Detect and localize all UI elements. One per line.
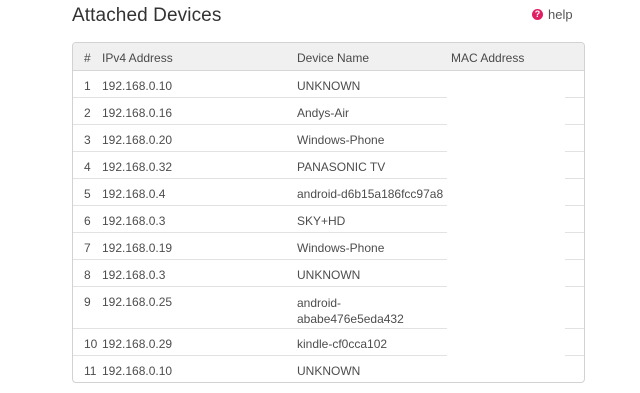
table-row: 11 192.168.0.10 UNKNOWN xyxy=(73,356,584,382)
row-ipv4-address: 192.168.0.29 xyxy=(102,337,173,351)
table-row: 8 192.168.0.3 UNKNOWN xyxy=(73,260,584,287)
row-device-name: UNKNOWN xyxy=(297,364,361,378)
row-num: 5 xyxy=(84,187,91,201)
row-device-name: Windows-Phone xyxy=(297,241,385,255)
row-device-name: Andys-Air xyxy=(297,106,350,120)
header-ipv4-address: IPv4 Address xyxy=(102,51,173,65)
row-num: 8 xyxy=(84,268,91,282)
row-num: 7 xyxy=(84,241,91,255)
question-circle-icon: ? xyxy=(532,9,543,20)
table-row: 3 192.168.0.20 Windows-Phone xyxy=(73,125,584,152)
row-num: 3 xyxy=(84,133,91,147)
row-num: 11 xyxy=(84,364,97,378)
row-ipv4-address: 192.168.0.32 xyxy=(102,160,173,174)
help-label: help xyxy=(548,7,573,22)
row-num: 9 xyxy=(84,295,91,309)
table-row: 4 192.168.0.32 PANASONIC TV xyxy=(73,152,584,179)
row-device-name: kindle-cf0cca102 xyxy=(297,337,388,351)
row-ipv4-address: 192.168.0.20 xyxy=(102,133,173,147)
header-device-name: Device Name xyxy=(297,51,370,65)
help-link[interactable]: ? help xyxy=(532,7,573,22)
row-ipv4-address: 192.168.0.16 xyxy=(102,106,173,120)
table-header: # IPv4 Address Device Name MAC Address xyxy=(73,43,584,71)
table-row: 1 192.168.0.10 UNKNOWN xyxy=(73,71,584,98)
table-row: 7 192.168.0.19 Windows-Phone xyxy=(73,233,584,260)
attached-devices-page: Attached Devices ? help # IPv4 Address D… xyxy=(0,0,640,393)
page-title: Attached Devices xyxy=(72,5,222,26)
table-row: 2 192.168.0.16 Andys-Air xyxy=(73,98,584,125)
row-num: 10 xyxy=(84,337,98,351)
header-mac-address: MAC Address xyxy=(451,51,525,65)
table-row: 9 192.168.0.25 android-ababe476e5eda432 xyxy=(73,287,584,329)
row-num: 4 xyxy=(84,160,91,174)
row-device-name: SKY+HD xyxy=(297,214,346,228)
row-num: 1 xyxy=(84,79,91,93)
row-ipv4-address: 192.168.0.4 xyxy=(102,187,166,201)
row-device-name: PANASONIC TV xyxy=(297,160,386,174)
table-row: 5 192.168.0.4 android-d6b15a186fcc97a8 xyxy=(73,179,584,206)
row-device-name: UNKNOWN xyxy=(297,268,361,282)
row-num: 2 xyxy=(84,106,91,120)
devices-table: # IPv4 Address Device Name MAC Address 1… xyxy=(72,42,585,383)
table-row: 10 192.168.0.29 kindle-cf0cca102 xyxy=(73,329,584,356)
row-ipv4-address: 192.168.0.3 xyxy=(102,268,166,282)
row-num: 6 xyxy=(84,214,91,228)
row-ipv4-address: 192.168.0.19 xyxy=(102,241,173,255)
row-ipv4-address: 192.168.0.3 xyxy=(102,214,166,228)
row-device-name: UNKNOWN xyxy=(297,79,361,93)
row-device-name: Windows-Phone xyxy=(297,133,385,147)
row-ipv4-address: 192.168.0.10 xyxy=(102,79,173,93)
table-row: 6 192.168.0.3 SKY+HD xyxy=(73,206,584,233)
header-num: # xyxy=(84,51,91,65)
row-device-name: android-d6b15a186fcc97a8 xyxy=(297,187,444,201)
row-ipv4-address: 192.168.0.10 xyxy=(102,364,173,378)
row-ipv4-address: 192.168.0.25 xyxy=(102,295,173,309)
row-device-name: android-ababe476e5eda432 xyxy=(297,296,404,326)
